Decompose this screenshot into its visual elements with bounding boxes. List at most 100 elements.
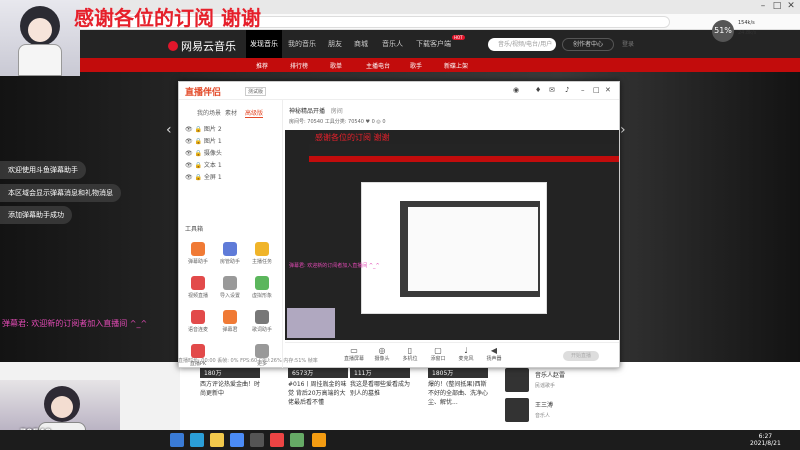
close-icon[interactable]: ✕ bbox=[605, 86, 611, 94]
tool-tasks[interactable]: 主播任务 bbox=[247, 242, 277, 265]
windows-taskbar: 6:27 2021/8/21 bbox=[0, 430, 800, 450]
danmu-line: 弹幕君: 欢迎新的订阅者加入直播间 ^_^ bbox=[2, 319, 148, 328]
preview-thanks: 感谢各位的订阅 谢谢 bbox=[315, 133, 390, 142]
play-count: 180万 bbox=[204, 370, 222, 377]
tab-room[interactable]: 房间 bbox=[331, 108, 343, 115]
toolbox-title: 工具箱 bbox=[185, 226, 204, 233]
netease-icon[interactable] bbox=[270, 433, 284, 447]
tool-danmu-assistant[interactable]: 弹幕助手 bbox=[183, 242, 213, 265]
play-count: 1805万 bbox=[432, 370, 454, 377]
nav-my-music[interactable]: 我的音乐 bbox=[288, 39, 316, 49]
start-icon[interactable] bbox=[170, 433, 184, 447]
scene-item[interactable]: 👁 🔒 全屏 1 bbox=[185, 172, 222, 181]
avatar-face bbox=[51, 396, 73, 418]
prev-arrow-icon[interactable]: ‹ bbox=[166, 122, 172, 138]
maximize-icon[interactable]: □ bbox=[770, 1, 784, 13]
nav-mall[interactable]: 商城 bbox=[354, 39, 368, 49]
live-companion-window: 直播伴侣 测试版 ◉ ♦ ✉ ♪ – □ ✕ 我的场景 素材 高级版 👁 🔒 图… bbox=[178, 81, 620, 368]
scene-label: 全屏 1 bbox=[203, 174, 222, 181]
streamer-avatar-top bbox=[0, 0, 80, 76]
avatar-icon[interactable]: ◉ bbox=[513, 86, 519, 94]
live-companion-icon[interactable] bbox=[312, 433, 326, 447]
tab-my-scenes[interactable]: 我的场景 bbox=[197, 108, 221, 117]
tool-avatar[interactable]: 虚拟形象 bbox=[247, 276, 277, 299]
subnav-playlists[interactable]: 歌单 bbox=[330, 61, 342, 70]
system-clock[interactable]: 6:27 2021/8/21 bbox=[750, 433, 781, 447]
app-brand: 直播伴侣 bbox=[185, 88, 222, 98]
scene-item[interactable]: 👁 🔒 图片 2 bbox=[185, 124, 222, 133]
playlist-title[interactable]: #016丨周挂胤金的味觉 背后20万高端的大佬最后看不懂 bbox=[288, 380, 348, 407]
main-pane: 神秘精品开播 房间 房间号: 70540 工具分类: 70540 ♥ 0 ◎ 0… bbox=[285, 100, 619, 368]
next-arrow-icon[interactable]: › bbox=[620, 122, 626, 138]
tool-voice[interactable]: 语音连麦 bbox=[183, 310, 213, 333]
tool-video[interactable]: 视频直播 bbox=[183, 276, 213, 299]
artist-name[interactable]: 王三溥 bbox=[535, 400, 553, 409]
tool-room-manager[interactable]: 房管助手 bbox=[215, 242, 245, 265]
playlist-title[interactable]: 我这是看哪些爱看成为别人的墓推 bbox=[350, 380, 410, 398]
chrome-icon[interactable] bbox=[230, 433, 244, 447]
folder-icon[interactable] bbox=[210, 433, 224, 447]
edge-icon[interactable] bbox=[190, 433, 204, 447]
hot-badge: HOT bbox=[452, 35, 465, 40]
preview-chat: 弹幕君: 欢迎新的订阅者加入直播间 ^_^ bbox=[289, 263, 380, 269]
artist-avatar[interactable] bbox=[505, 398, 529, 422]
app-icon[interactable] bbox=[290, 433, 304, 447]
status-bar: 直播时长: 00:00 丢帧: 0% FPS:60 CPU:26% 内存:51%… bbox=[178, 358, 318, 364]
camera-icon: ◎ bbox=[378, 346, 386, 355]
preview-subnav bbox=[309, 156, 619, 162]
chat-message: 欢迎使用斗鱼弹幕助手 bbox=[0, 161, 86, 179]
tab-advanced[interactable]: 高级版 bbox=[245, 108, 264, 118]
minimize-icon[interactable]: – bbox=[756, 1, 770, 13]
bell-icon[interactable]: ♪ bbox=[565, 86, 569, 94]
tool-label: 弹幕助手 bbox=[187, 259, 208, 265]
danmu-icon bbox=[191, 242, 205, 256]
play-count: 6573万 bbox=[292, 370, 314, 377]
playlist-title[interactable]: 爆的！(整间抵果)西斯不好的全部曲、洗净心尘、解忧... bbox=[428, 380, 488, 407]
site-subnav: 推荐 排行榜 歌单 主播电台 歌手 新碟上架 bbox=[80, 58, 800, 72]
tool-label: 导入设置 bbox=[219, 293, 240, 299]
playlist-title[interactable]: 西方评论热爱金曲！时尚更新中 bbox=[200, 380, 260, 398]
mic-icon: ♩ bbox=[464, 346, 468, 355]
tool-danmu-bot[interactable]: 弹幕君 bbox=[215, 310, 245, 333]
stream-preview[interactable]: 感谢各位的订阅 谢谢 弹幕君: 欢迎新的订阅者加入直播间 ^_^ bbox=[285, 130, 619, 340]
artist-avatar[interactable] bbox=[505, 368, 529, 392]
scene-item[interactable]: 👁 🔒 图片 1 bbox=[185, 136, 222, 145]
subnav-recommend[interactable]: 推荐 bbox=[256, 61, 268, 70]
net-down: 24.8k/s bbox=[738, 30, 757, 36]
minimize-icon[interactable]: – bbox=[581, 86, 585, 94]
artist-name[interactable]: 音乐人赵雷 bbox=[535, 370, 565, 379]
gift-icon[interactable]: ♦ bbox=[535, 86, 541, 94]
subnav-new-albums[interactable]: 新碟上架 bbox=[444, 61, 468, 70]
download-icon bbox=[223, 276, 237, 290]
preview-nav bbox=[309, 144, 619, 156]
tab-live[interactable]: 神秘精品开播 bbox=[289, 108, 325, 115]
mail-icon[interactable]: ✉ bbox=[549, 86, 555, 94]
nav-friends[interactable]: 朋友 bbox=[328, 39, 342, 49]
subnav-charts[interactable]: 排行榜 bbox=[290, 61, 308, 70]
tab-materials[interactable]: 素材 bbox=[225, 108, 237, 117]
maximize-icon[interactable]: □ bbox=[593, 86, 600, 94]
tool-import[interactable]: 导入设置 bbox=[215, 276, 245, 299]
search-input[interactable]: 音乐/视频/电台/用户 bbox=[488, 38, 556, 51]
scene-item[interactable]: 👁 🔒 文本 1 bbox=[185, 160, 222, 169]
site-logo[interactable]: 网易云音乐 bbox=[168, 38, 236, 54]
nav-download[interactable]: 下载客户端 bbox=[416, 39, 451, 49]
nav-musician[interactable]: 音乐人 bbox=[382, 39, 403, 49]
scene-item[interactable]: 👁 🔒 摄像头 bbox=[185, 148, 222, 157]
subnav-radio[interactable]: 主播电台 bbox=[366, 61, 390, 70]
close-icon[interactable]: ✕ bbox=[784, 1, 798, 13]
steam-icon[interactable] bbox=[250, 433, 264, 447]
tool-lyrics[interactable]: 歌词助手 bbox=[247, 310, 277, 333]
login-link[interactable]: 登录 bbox=[622, 39, 634, 48]
lyrics-icon bbox=[255, 310, 269, 324]
subnav-singers[interactable]: 歌手 bbox=[410, 61, 422, 70]
avatar-icon bbox=[255, 276, 269, 290]
tool-label: 虚拟形象 bbox=[251, 293, 272, 299]
nav-discover[interactable]: 发现音乐 bbox=[246, 30, 282, 58]
site-header: 网易云音乐 发现音乐 我的音乐 朋友 商城 音乐人 下载客户端 HOT 音乐/视… bbox=[80, 30, 800, 58]
version-badge: 测试版 bbox=[245, 87, 267, 96]
nested-preview bbox=[361, 182, 547, 314]
playlist-section bbox=[180, 362, 800, 430]
avatar-body bbox=[18, 44, 62, 76]
creator-center-button[interactable]: 创作者中心 bbox=[562, 38, 614, 51]
